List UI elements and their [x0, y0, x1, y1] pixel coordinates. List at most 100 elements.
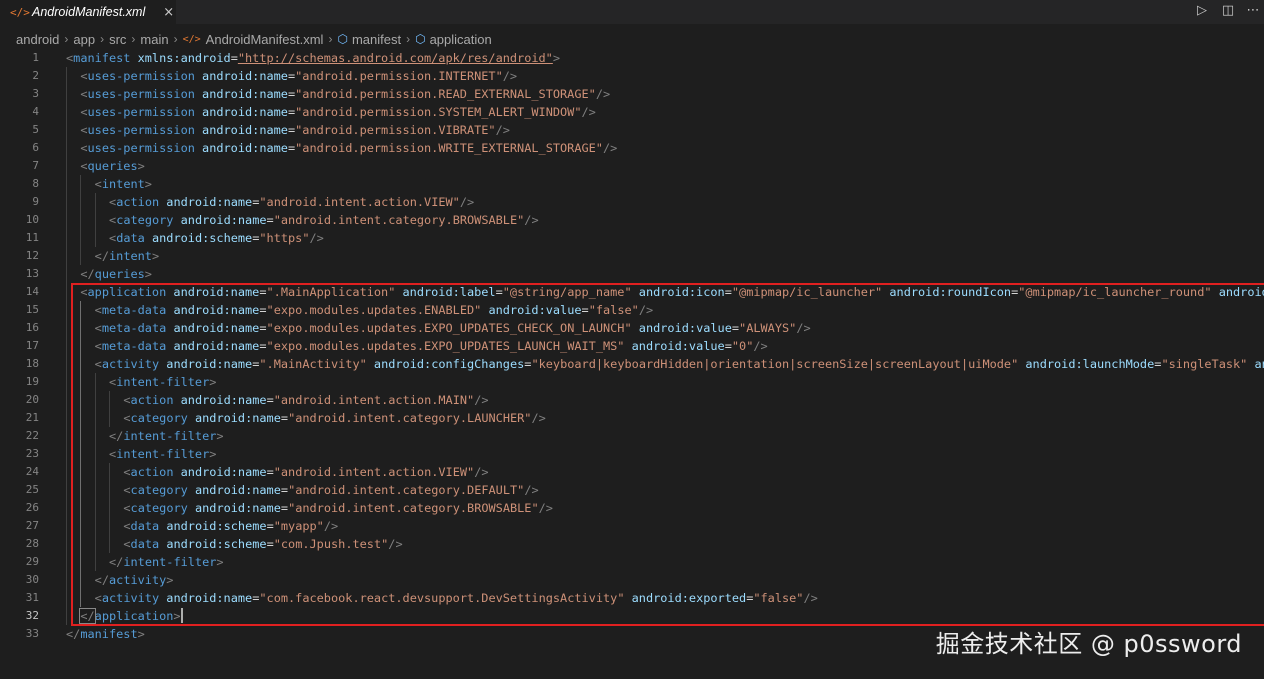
code-token: queries	[87, 159, 138, 173]
code-line[interactable]: 23 <intent-filter>	[0, 445, 1264, 463]
breadcrumb-item[interactable]: android	[16, 32, 59, 47]
indent-guide	[66, 229, 67, 247]
code-text: </intent-filter>	[109, 427, 224, 445]
code-line[interactable]: 25 <category android:name="android.intent…	[0, 481, 1264, 499]
code-token: <	[123, 483, 131, 497]
code-line[interactable]: 26 <category android:name="android.intent…	[0, 499, 1264, 517]
code-line[interactable]: 29 </intent-filter>	[0, 553, 1264, 571]
chevron-right-icon: ›	[100, 32, 105, 46]
xml-file-icon: </>	[10, 5, 30, 19]
indent-guide	[109, 463, 111, 481]
code-line[interactable]: 5 <uses-permission android:name="android.…	[0, 121, 1264, 139]
code-token: />	[459, 195, 475, 209]
code-line[interactable]: 31 <activity android:name="com.facebook.r…	[0, 589, 1264, 607]
indent-guide	[80, 175, 82, 193]
code-token: android:configChanges	[366, 357, 525, 371]
chevron-right-icon: ›	[406, 32, 411, 46]
indent-guide	[94, 553, 96, 571]
element-cube-icon: ⬡	[415, 32, 426, 46]
code-token: />	[524, 213, 539, 227]
tab-android-manifest[interactable]: </> AndroidManifest.xml ×	[0, 0, 176, 24]
code-token: <	[94, 321, 102, 335]
code-token: "android.permission.READ_EXTERNAL_STORAG…	[295, 87, 596, 101]
code-token: category	[130, 501, 188, 515]
code-line[interactable]: 14 <application android:name=".MainApplic…	[0, 283, 1264, 301]
code-token: "android.permission.SYSTEM_ALERT_WINDOW"	[295, 105, 582, 119]
code-token: meta-data	[101, 321, 167, 335]
code-token: android:name	[194, 69, 288, 83]
code-token: =	[280, 411, 289, 425]
more-actions-icon[interactable]: ⋯	[1244, 3, 1262, 18]
code-token: <	[94, 303, 102, 317]
breadcrumb-item[interactable]: manifest	[352, 32, 401, 47]
code-line[interactable]: 7 <queries>	[0, 157, 1264, 175]
code-line[interactable]: 32 </application>	[0, 607, 1264, 625]
indent-guide	[66, 301, 67, 319]
code-line[interactable]: 15 <meta-data android:name="expo.modules.…	[0, 301, 1264, 319]
code-line[interactable]: 19 <intent-filter>	[0, 373, 1264, 391]
line-number: 14	[25, 285, 39, 298]
code-line[interactable]: 24 <action android:name="android.intent.a…	[0, 463, 1264, 481]
breadcrumb-item[interactable]: src	[109, 32, 126, 47]
indent-guide	[94, 499, 96, 517]
indent-guide	[94, 481, 96, 499]
code-token: data	[130, 537, 160, 551]
code-line[interactable]: 20 <action android:name="android.intent.a…	[0, 391, 1264, 409]
code-text: <meta-data android:name="expo.modules.up…	[95, 301, 653, 319]
breadcrumb-item[interactable]: app	[73, 32, 95, 47]
code-line[interactable]: 3 <uses-permission android:name="android.…	[0, 85, 1264, 103]
code-token: >	[137, 627, 145, 641]
code-token: />	[581, 105, 596, 119]
code-line[interactable]: 9 <action android:name="android.intent.ac…	[0, 193, 1264, 211]
code-token: />	[538, 501, 553, 515]
code-token: uses-permission	[87, 141, 195, 155]
code-line[interactable]: 11 <data android:scheme="https"/>	[0, 229, 1264, 247]
split-editor-icon[interactable]: ◫	[1219, 3, 1237, 18]
code-editor[interactable]: 1 <manifest xmlns:android="http://schemas…	[0, 49, 1264, 679]
code-token: android:name	[187, 483, 281, 497]
run-icon[interactable]: ▷	[1193, 3, 1211, 18]
breadcrumb-item[interactable]: application	[430, 32, 492, 47]
code-line[interactable]: 16 <meta-data android:name="expo.modules.…	[0, 319, 1264, 337]
code-token: =	[495, 285, 503, 299]
code-line[interactable]: 21 <category android:name="android.intent…	[0, 409, 1264, 427]
code-token: android:scheme	[159, 519, 267, 533]
code-token: />	[753, 339, 768, 353]
line-number: 33	[25, 627, 39, 640]
indent-guide	[80, 589, 82, 607]
watermark: 掘金技术社区 @ p0ssword	[935, 630, 1242, 658]
code-line[interactable]: 1 <manifest xmlns:android="http://schemas…	[0, 49, 1264, 67]
code-line[interactable]: 2 <uses-permission android:name="android.…	[0, 67, 1264, 85]
code-token: android:scheme	[144, 231, 253, 245]
indent-guide	[94, 373, 96, 391]
code-line[interactable]: 8 <intent>	[0, 175, 1264, 193]
code-token: />	[309, 231, 324, 245]
code-line[interactable]: 30 </activity>	[0, 571, 1264, 589]
code-text: <manifest xmlns:android="http://schemas.…	[66, 49, 560, 67]
code-token: activity	[101, 591, 160, 605]
indent-guide	[66, 157, 67, 175]
code-token: intent-filter	[123, 555, 217, 569]
indent-guide	[80, 463, 82, 481]
indent-guide	[80, 535, 82, 553]
code-line[interactable]: 12 </intent>	[0, 247, 1264, 265]
code-line[interactable]: 18 <activity android:name=".MainActivity"…	[0, 355, 1264, 373]
code-token: android:name	[173, 213, 267, 227]
code-line[interactable]: 28 <data android:scheme="com.Jpush.test"/…	[0, 535, 1264, 553]
code-line[interactable]: 27 <data android:scheme="myapp"/>	[0, 517, 1264, 535]
code-line[interactable]: 17 <meta-data android:name="expo.modules.…	[0, 337, 1264, 355]
code-line[interactable]: 13 </queries>	[0, 265, 1264, 283]
close-icon[interactable]: ×	[163, 5, 174, 20]
code-line[interactable]: 10 <category android:name="android.intent…	[0, 211, 1264, 229]
breadcrumb-item[interactable]: main	[140, 32, 168, 47]
code-text: <category android:name="android.intent.c…	[123, 481, 538, 499]
code-token: <	[80, 285, 88, 299]
code-line[interactable]: 6 <uses-permission android:name="android.…	[0, 139, 1264, 157]
indent-guide	[66, 499, 67, 517]
code-line[interactable]: 4 <uses-permission android:name="android.…	[0, 103, 1264, 121]
code-token: "android.permission.INTERNET"	[295, 69, 503, 83]
breadcrumb-item[interactable]: AndroidManifest.xml	[206, 32, 324, 47]
breadcrumb: android › app › src › main › </> Android…	[0, 29, 1264, 49]
code-line[interactable]: 22 </intent-filter>	[0, 427, 1264, 445]
code-token: category	[130, 411, 188, 425]
